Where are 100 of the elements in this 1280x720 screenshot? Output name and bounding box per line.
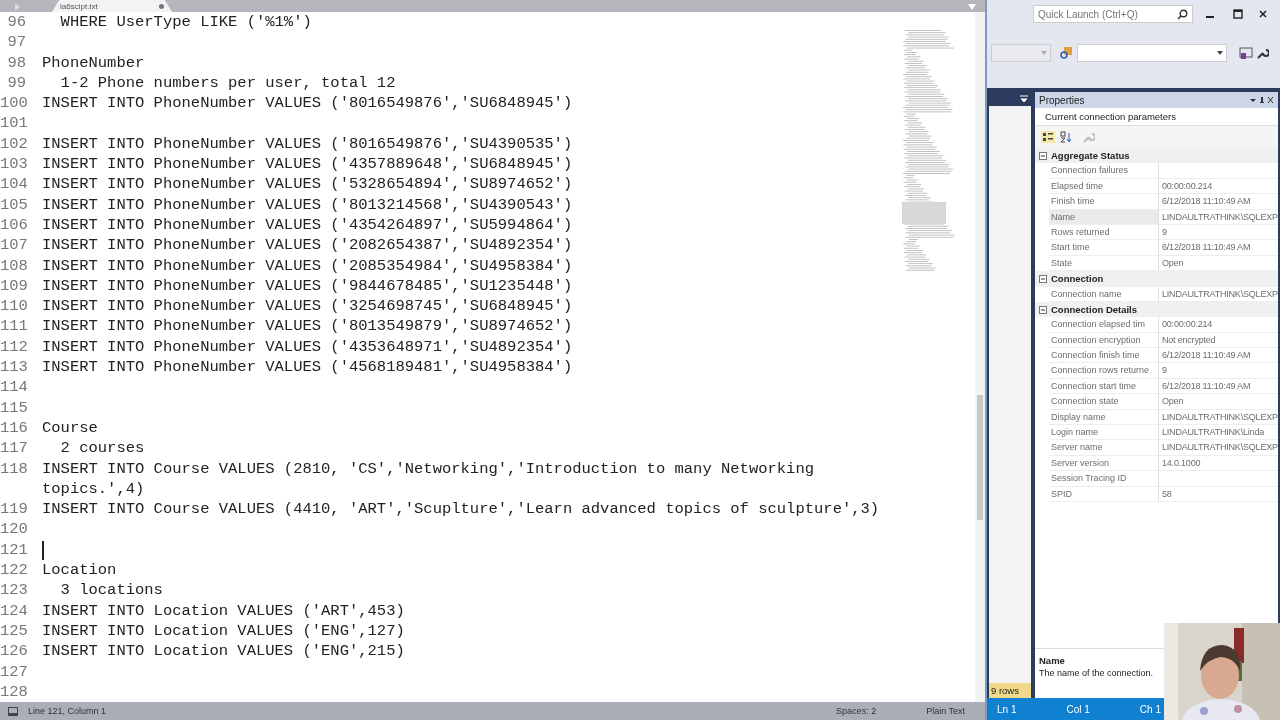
property-value: 58	[1162, 488, 1172, 499]
code-line: INSERT INTO Location VALUES ('ART',453)	[42, 600, 405, 621]
cursor-position: Line 121, Column 1	[28, 706, 107, 716]
line-number: 96	[6, 12, 26, 33]
quick-launch-field[interactable]: Quick Launch (Ctrl+Q)	[1033, 5, 1193, 23]
line-number: 116	[0, 417, 26, 439]
property-name[interactable]: Connection state	[1049, 394, 1159, 410]
line-number: 110	[0, 296, 26, 317]
property-name[interactable]: Session Tracing ID	[1049, 471, 1159, 487]
line-number: 105	[0, 194, 26, 215]
code-line: INSERT INTO PhoneNumber VALUES ('9844678485','SU1235448')	[42, 275, 573, 297]
line-number: 97	[6, 32, 26, 53]
line-number: 109	[0, 275, 26, 297]
property-value: 6/12/2018 11:10:49 AM	[1162, 380, 1251, 391]
line-number: 98	[6, 52, 26, 73]
property-value: Open	[1162, 257, 1184, 268]
property-name[interactable]: SPID	[1049, 486, 1159, 502]
property-name[interactable]: Elapsed time	[1049, 178, 1159, 195]
row-count: 9 rows	[989, 683, 1031, 698]
property-name[interactable]: Rows returned	[1049, 224, 1159, 241]
description-title: Name	[1039, 655, 1066, 666]
category-header[interactable]: Connection	[1051, 273, 1104, 285]
line-number: 99	[6, 72, 26, 94]
property-value: LINDAULTRATHINK\SQLEXP	[1162, 442, 1278, 453]
line-number: 101	[0, 113, 26, 134]
code-line: INSERT INTO Location VALUES ('ENG',127)	[42, 620, 405, 642]
property-name[interactable]: Start time	[1049, 240, 1159, 256]
code-line: Course	[42, 417, 98, 439]
property-name[interactable]: Connection failures	[1049, 163, 1159, 179]
property-value: 14.0.1000	[1162, 457, 1201, 468]
property-name[interactable]: Display name	[1049, 409, 1159, 426]
line-number: 103	[0, 154, 26, 175]
status-item: Col 1	[1066, 703, 1090, 715]
line-number: 128	[0, 681, 26, 702]
code-line: topics.',4)	[42, 478, 145, 500]
property-value: 6/12/2018 11:10:49 AM	[1162, 350, 1251, 361]
line-number: 118	[0, 458, 26, 479]
line-number: 122	[0, 560, 26, 581]
code-line: Location	[42, 560, 117, 581]
code-line: INSERT INTO PhoneNumber VALUES ('8013214568','SU4390543')	[42, 194, 573, 215]
code-line: PhoneNumber	[42, 52, 145, 73]
code-line: INSERT INTO PhoneNumber VALUES ('4354264897','SU5994864')	[42, 214, 573, 236]
line-number: 119	[0, 499, 26, 520]
property-name[interactable]: Server name	[1049, 440, 1159, 456]
panel-title: Properties	[1039, 94, 1085, 106]
code-line: INSERT INTO Course VALUES (2810, 'CS','Networking','Introduction to many Networking	[42, 458, 815, 479]
language-mode[interactable]: Plain Text	[926, 706, 965, 716]
property-value: LINDAULTRATHINK\SQLEXP	[1162, 288, 1278, 299]
code-line: INSERT INTO PhoneNumber VALUES ('8016549876','SU4390535')	[42, 133, 573, 155]
line-number: 127	[0, 661, 26, 682]
property-name[interactable]: Finish time	[1049, 194, 1159, 210]
property-value: 00:00:00.214	[1162, 180, 1213, 191]
code-line: INSERT INTO PhoneNumber VALUES ('2082654387','SU4892354')	[42, 235, 573, 256]
indentation-setting[interactable]: Spaces: 2	[836, 706, 877, 716]
property-name[interactable]: Connection encryption	[1049, 332, 1159, 349]
property-value: 00:00:00.214	[1162, 319, 1213, 330]
line-number: 107	[0, 235, 26, 256]
line-number: 120	[0, 519, 26, 540]
code-line: INSERT INTO PhoneNumber VALUES ('4357889648','SU6848945')	[42, 154, 573, 175]
line-number: 100	[0, 93, 26, 114]
property-name[interactable]: Server version	[1049, 455, 1159, 472]
property-value: LINDAULTRATHINK\Linda	[1162, 427, 1264, 438]
code-line: INSERT INTO PhoneNumber VALUES ('5328654894','SU8974652')	[42, 174, 573, 195]
line-number: 124	[0, 600, 26, 621]
property-name[interactable]: Connection elapsed tim	[1049, 317, 1159, 333]
line-number: 113	[0, 357, 26, 378]
line-number: 106	[0, 214, 26, 236]
code-line: INSERT INTO Course VALUES (4410, 'ART','Scuplture','Learn advanced topics of sculpture',3)	[42, 499, 880, 520]
line-number: 112	[0, 336, 26, 358]
code-line: INSERT INTO Location VALUES ('ENG',215)	[42, 641, 405, 662]
code-line: WHERE UserType LIKE ('%1%')	[59, 12, 312, 33]
code-line: 2 courses	[59, 438, 145, 459]
property-value: LINDAULTRATHINK\SQLEXP	[1162, 411, 1278, 422]
property-name[interactable]: Connection start time	[1049, 378, 1159, 395]
line-number: 121	[0, 539, 26, 560]
property-value: 6/12/2018 11:10:49 AM	[1162, 196, 1251, 207]
code-line: INSERT INTO PhoneNumber VALUES ('4353648971','SU4892354')	[42, 336, 573, 358]
property-value: LINDAULTRATHINK\SQLEXP	[1162, 211, 1278, 222]
property-name[interactable]: Connection finish time	[1049, 348, 1159, 364]
code-line: INSERT INTO PhoneNumber VALUES ('3254698745','SU6848945')	[42, 296, 573, 317]
code-line: INSERT INTO PhoneNumber VALUES ('4568189481','SU4958384')	[42, 357, 573, 378]
property-value: Not encrypted	[1162, 334, 1216, 345]
code-line: INSERT INTO PhoneNumber VALUES ('2085354984','SU4958384')	[42, 255, 573, 276]
line-number: 115	[0, 397, 26, 418]
line-number: 123	[0, 580, 26, 601]
line-number: 102	[0, 133, 26, 155]
property-value: Open	[1162, 396, 1184, 407]
status-item: Ch 1	[1139, 703, 1161, 715]
property-name[interactable]: Connection rows returne	[1049, 363, 1159, 379]
line-number: 104	[0, 174, 26, 195]
file-tab[interactable]: la6scipt.txt	[52, 0, 172, 12]
property-name[interactable]: Connection name	[1049, 286, 1159, 302]
code-line: INSERT INTO PhoneNumber VALUES ('8013549879','SU8974652')	[42, 316, 573, 337]
property-name[interactable]: Login name	[1049, 425, 1159, 441]
line-number: 117	[0, 438, 26, 459]
code-line: 3 locations	[59, 580, 163, 601]
line-number: 111	[0, 316, 26, 337]
line-number: 125	[0, 620, 26, 642]
line-number: 126	[0, 641, 26, 662]
status-item: Ln 1	[997, 703, 1017, 715]
